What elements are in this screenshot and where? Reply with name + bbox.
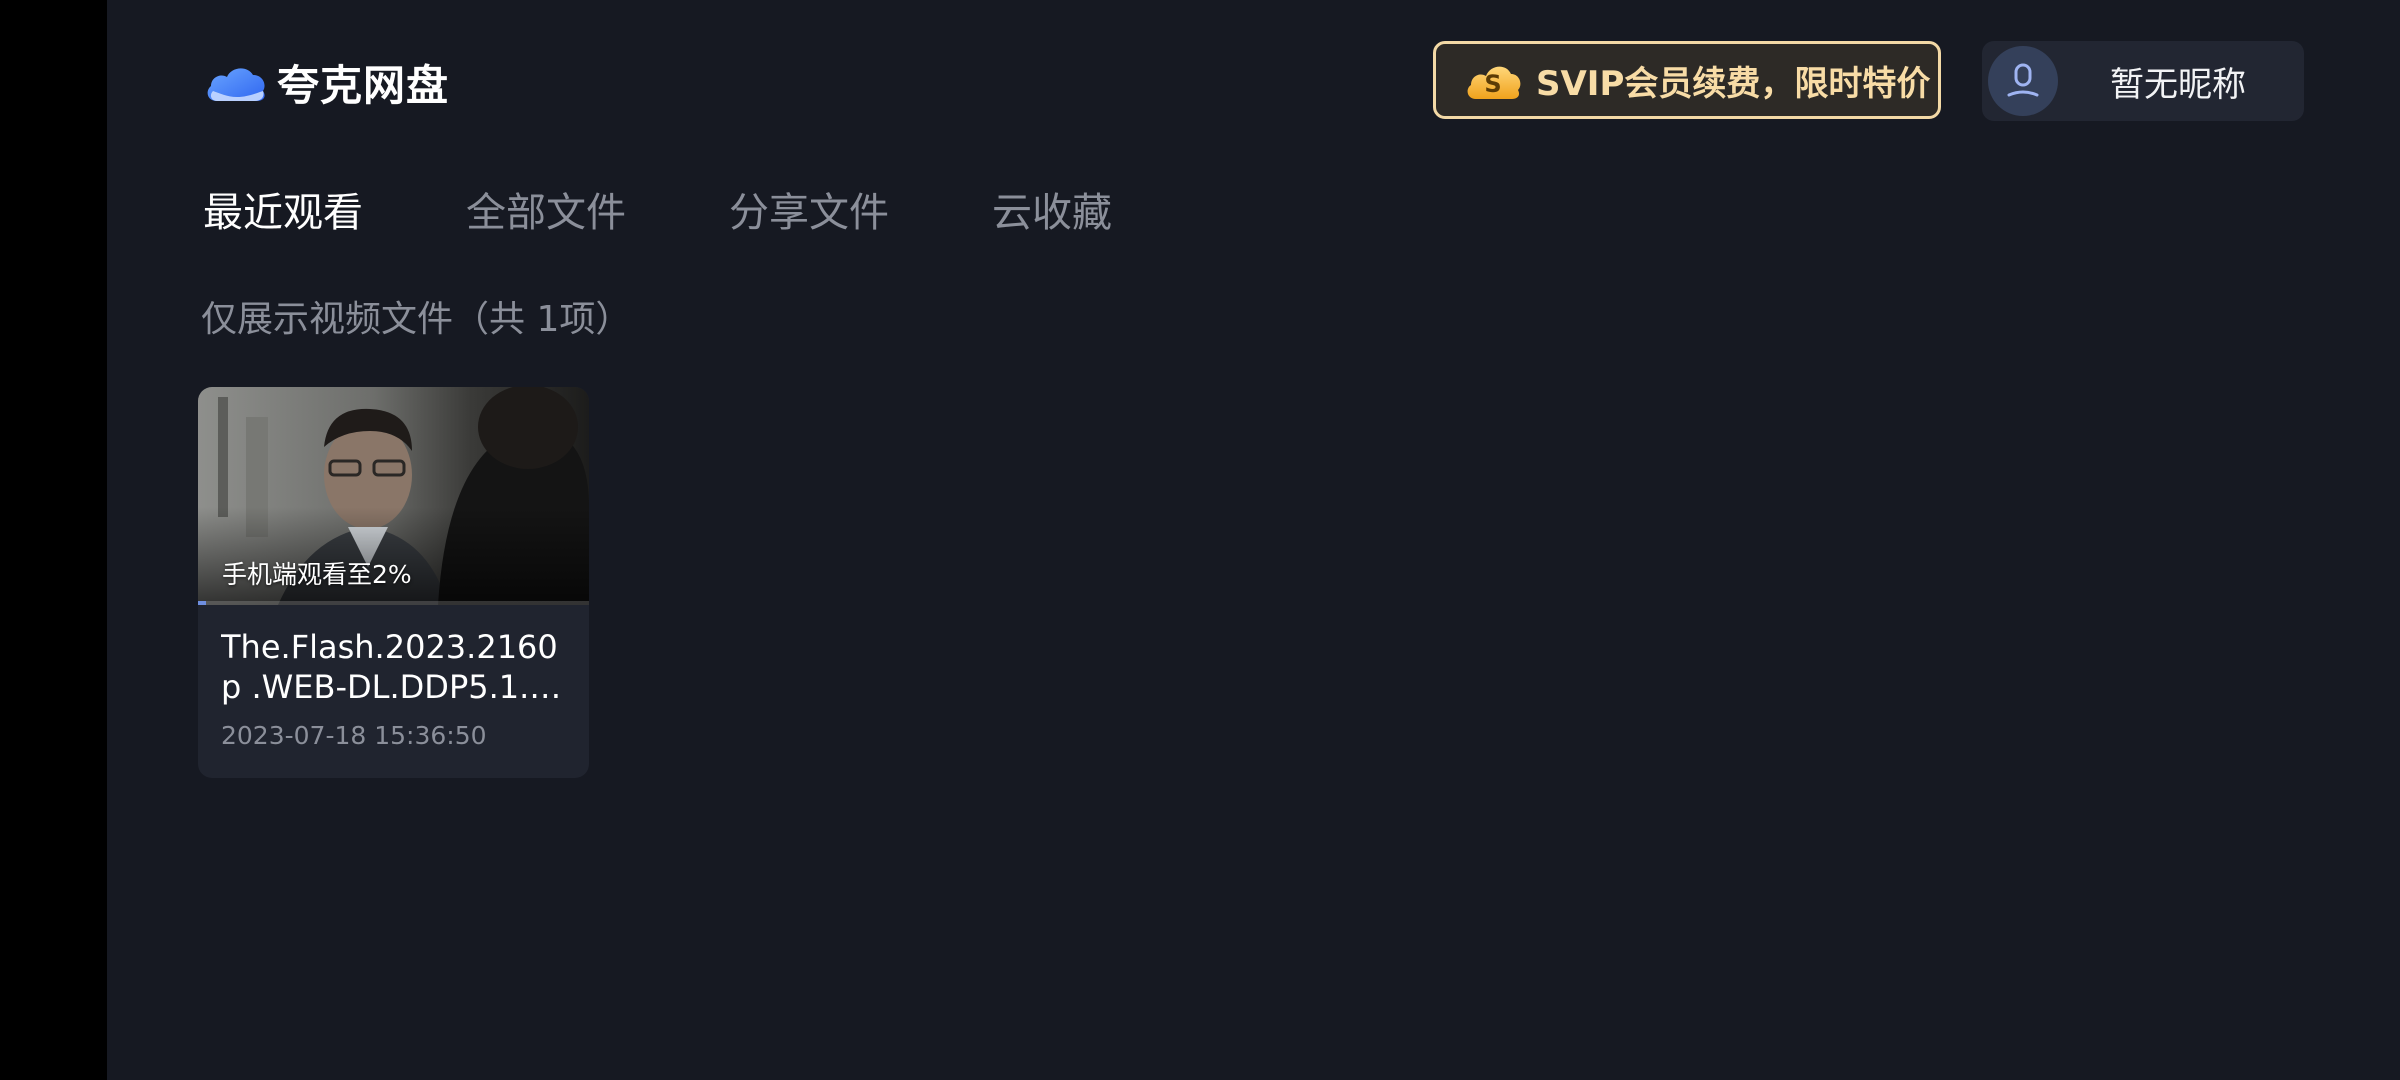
tab-shared-files[interactable]: 分享文件 bbox=[729, 180, 889, 238]
user-icon bbox=[2007, 63, 2039, 97]
user-name: 暂无昵称 bbox=[2110, 64, 2246, 105]
video-title: The.Flash.2023.2160p .WEB-DL.DDP5.1.At… bbox=[221, 628, 558, 706]
watch-progress-bar bbox=[198, 601, 589, 605]
category-tabs: 最近观看 全部文件 分享文件 云收藏 bbox=[203, 180, 1215, 238]
watch-progress-label: 手机端观看至2% bbox=[222, 560, 412, 589]
tab-recent[interactable]: 最近观看 bbox=[203, 180, 363, 238]
user-profile-button[interactable]: 暂无昵称 bbox=[1982, 41, 2304, 121]
app-logo: 夸克网盘 bbox=[203, 54, 449, 110]
app-screen: 夸克网盘 S SVIP会员续费，限时特价 暂无昵称 最近观看 全部文件 分享文件… bbox=[0, 0, 2400, 1080]
tab-cloud-favorites[interactable]: 云收藏 bbox=[992, 180, 1112, 238]
svip-cloud-icon: S bbox=[1467, 66, 1521, 99]
tab-all-files[interactable]: 全部文件 bbox=[466, 180, 626, 238]
filter-note: 仅展示视频文件（共 1项） bbox=[201, 299, 632, 340]
svip-renew-button[interactable]: S SVIP会员续费，限时特价 bbox=[1433, 41, 1941, 119]
svip-label: SVIP会员续费，限时特价 bbox=[1536, 63, 1931, 104]
avatar bbox=[1988, 46, 2058, 116]
cloud-logo-icon bbox=[207, 68, 265, 101]
video-date: 2023-07-18 15:36:50 bbox=[221, 721, 487, 750]
watch-progress-fill bbox=[198, 601, 206, 605]
video-thumbnail: 手机端观看至2% bbox=[198, 387, 589, 605]
video-card[interactable]: 手机端观看至2% The.Flash.2023.2160p .WEB-DL.DD… bbox=[198, 387, 589, 778]
left-black-strip bbox=[0, 0, 107, 1080]
logo-text: 夸克网盘 bbox=[277, 60, 450, 110]
svg-text:S: S bbox=[1484, 70, 1501, 98]
